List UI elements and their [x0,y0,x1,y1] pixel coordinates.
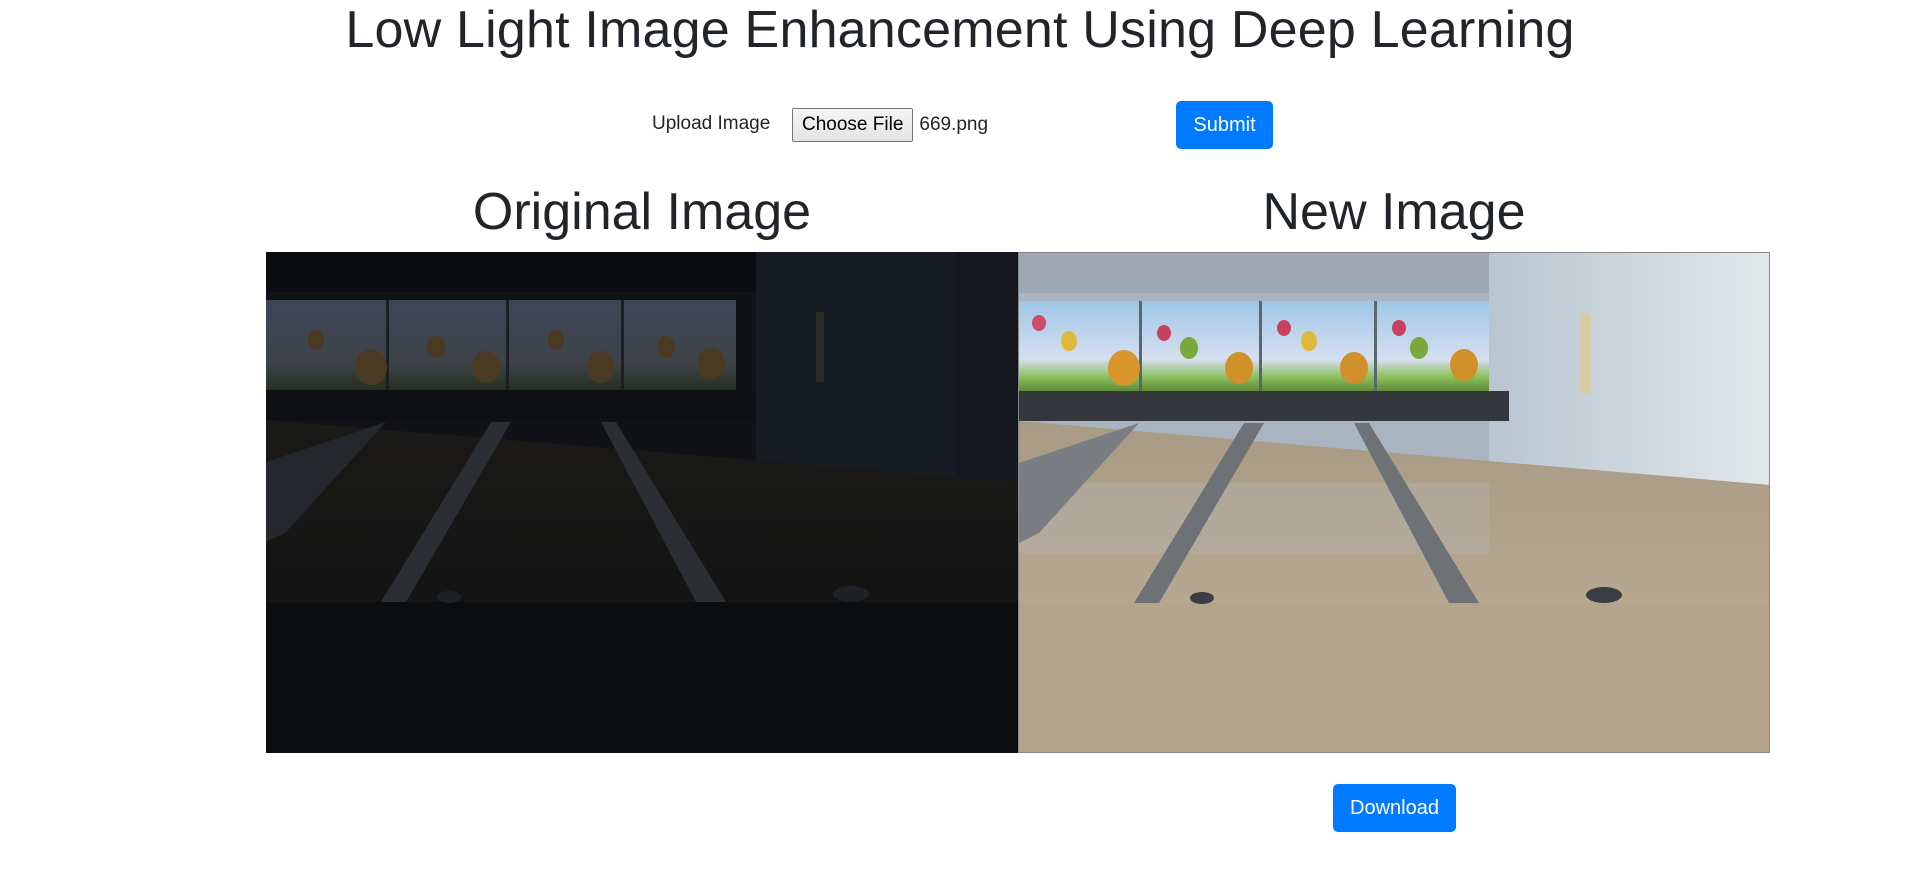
new-image [1018,252,1770,753]
file-input[interactable]: Choose File 669.png [792,108,988,142]
page-title: Low Light Image Enhancement Using Deep L… [345,1,1575,59]
submit-button[interactable]: Submit [1176,101,1273,149]
upload-form: Upload Image Choose File 669.png Submit [0,101,1920,149]
download-button[interactable]: Download [1333,784,1456,832]
upload-label: Upload Image [652,113,771,134]
enhanced-bowling-photo [1019,253,1769,752]
original-bowling-photo [266,252,1018,753]
original-image [266,252,1018,753]
selected-file-name: 669.png [919,114,989,135]
new-image-title: New Image [1262,183,1526,241]
original-image-title: Original Image [472,183,812,241]
choose-file-button[interactable]: Choose File [792,108,914,142]
